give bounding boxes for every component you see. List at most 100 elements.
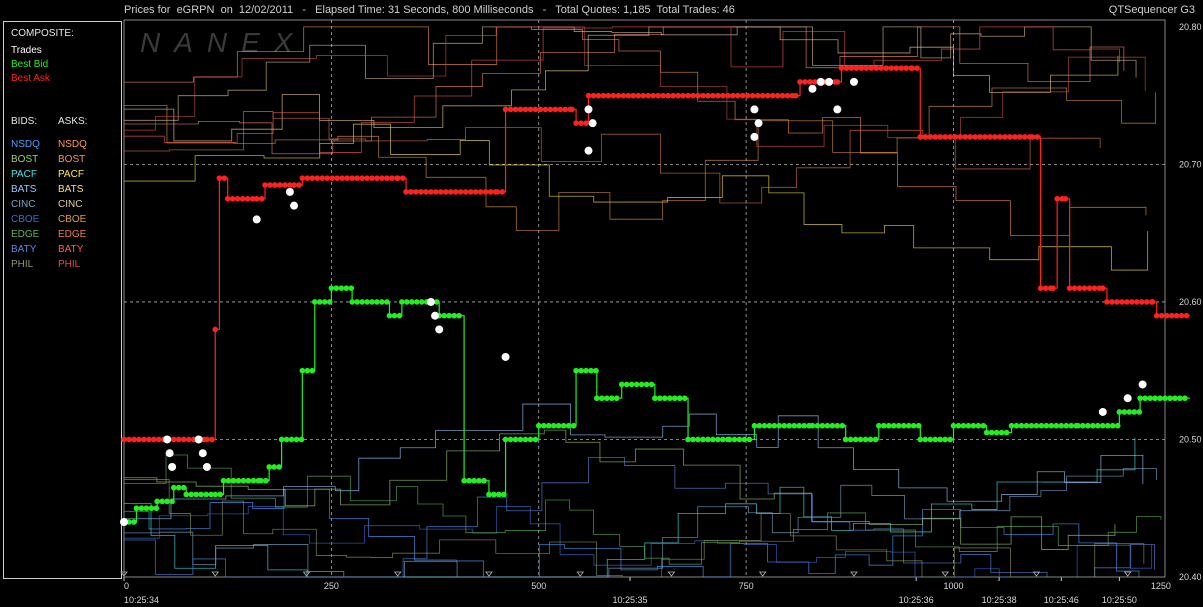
best-bid-point (418, 299, 425, 305)
best-bid-point (180, 484, 187, 491)
best-ask-point (433, 189, 439, 195)
best-ask-point (272, 182, 278, 188)
best-bid-point (910, 422, 917, 429)
best-bid-point (299, 367, 306, 374)
best-bid-point (121, 519, 127, 525)
best-bid-point (1126, 409, 1133, 415)
x-tick-label: 1000 (943, 581, 963, 591)
best-ask-point (873, 65, 880, 71)
best-bid-point (364, 299, 370, 305)
best-bid-point (1085, 422, 1091, 429)
best-ask-point (680, 92, 686, 99)
best-ask-point (394, 175, 401, 181)
best-ask-point (1034, 134, 1041, 140)
best-ask-point (537, 106, 544, 113)
time-marker (1123, 571, 1132, 577)
best-bid-point (867, 436, 874, 443)
best-bid-point (198, 491, 204, 498)
best-ask-point (1096, 285, 1103, 291)
best-ask-point (807, 79, 813, 85)
best-bid-point (839, 422, 846, 429)
best-ask-point (1042, 285, 1049, 291)
best-ask-point (610, 92, 617, 99)
best-bid-point (496, 491, 502, 498)
best-ask-point (749, 92, 756, 99)
best-bid-point (266, 464, 272, 470)
trade-point (165, 449, 174, 458)
best-bid-point (652, 395, 658, 402)
best-bid-point (796, 422, 802, 429)
best-bid-point (705, 436, 711, 443)
trade-point (750, 132, 759, 141)
composite-label: COMPOSITE: (11, 28, 74, 39)
best-bid-point (671, 395, 678, 402)
best-ask-point (1119, 299, 1125, 305)
trade-point (431, 311, 440, 320)
best-ask-point (888, 65, 895, 71)
best-ask-point (126, 436, 132, 443)
best-bid-point (1073, 422, 1080, 429)
legend-ask-cinc: CINC (58, 199, 83, 210)
best-bid-point (154, 498, 160, 505)
best-bid-point (1142, 395, 1148, 402)
best-bid-point (932, 436, 939, 443)
best-bid-point (905, 422, 912, 429)
best-bid-point (648, 381, 655, 388)
best-bid-point (404, 299, 410, 305)
best-ask-point (517, 106, 524, 113)
best-ask-point (1047, 285, 1054, 291)
best-bid-point (188, 491, 194, 498)
best-bid-point (922, 436, 929, 443)
best-ask-point (615, 92, 622, 99)
best-ask-point (838, 65, 845, 71)
best-bid-point (235, 477, 242, 484)
best-bid-point (927, 436, 934, 443)
best-ask-point (590, 92, 597, 99)
best-ask-point (364, 175, 370, 181)
best-bid-point (824, 422, 831, 429)
best-bid-point (965, 422, 972, 429)
best-bid-point (550, 422, 557, 429)
trade-point (816, 77, 825, 86)
best-bid-point (328, 285, 335, 291)
best-ask-point (547, 106, 554, 113)
title-bar: Prices for eGRPN on 12/02/2011 - Elapsed… (0, 0, 1203, 20)
best-bid-point (271, 464, 277, 470)
best-bid-point (309, 367, 316, 374)
best-bid-point (814, 422, 821, 429)
best-bid-point (159, 498, 165, 505)
best-ask-point (1143, 299, 1150, 305)
best-ask-point (947, 134, 953, 140)
best-ask-point (562, 106, 569, 113)
trade-point (426, 297, 435, 306)
best-bid-point (1053, 422, 1060, 429)
best-bid-point (148, 505, 155, 512)
legend-ask-baty: BATY (58, 244, 84, 255)
best-bid-point (428, 299, 435, 305)
best-ask-point (212, 326, 219, 333)
best-ask-point (832, 79, 838, 85)
best-bid-point (1157, 395, 1163, 402)
best-bid-point (333, 285, 340, 291)
x-tick-label: 250 (324, 581, 339, 591)
best-ask-point (512, 106, 519, 113)
best-bid-point (657, 395, 663, 402)
best-ask-point (200, 436, 207, 443)
time-marker (758, 571, 767, 577)
best-ask-point (853, 65, 860, 71)
time-marker (485, 571, 493, 577)
best-ask-point (304, 175, 311, 181)
best-ask-point (952, 134, 958, 140)
best-ask-point (822, 79, 828, 85)
best-bid-point (326, 299, 333, 305)
best-bid-point (512, 436, 519, 443)
best-ask-point (863, 65, 870, 71)
best-ask-point (277, 182, 283, 188)
best-bid-point (806, 422, 812, 429)
legend-bid-cinc: CINC (11, 199, 36, 210)
best-bid-point (786, 422, 793, 429)
time-label: 10:25:38 (982, 595, 1017, 605)
best-bid-point (153, 505, 160, 512)
best-bid-point (1137, 395, 1143, 402)
best-ask-point (735, 92, 741, 99)
